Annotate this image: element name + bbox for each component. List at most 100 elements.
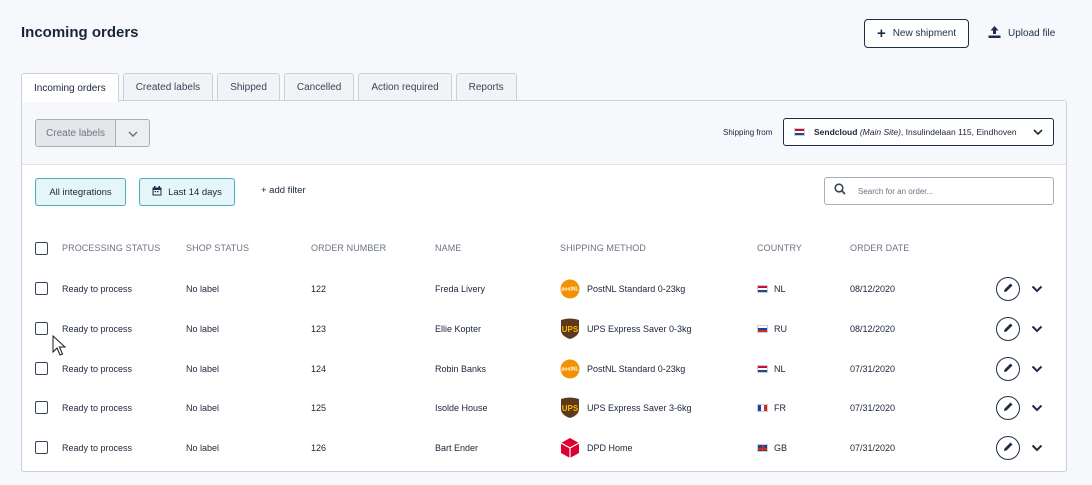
expand-row-button[interactable] xyxy=(1028,280,1046,298)
customer-name: Robin Banks xyxy=(435,364,487,374)
create-labels-dropdown[interactable] xyxy=(116,120,149,146)
country-code: NL xyxy=(774,364,786,374)
tab-shipped[interactable]: Shipped xyxy=(217,73,280,101)
select-all-checkbox[interactable] xyxy=(35,242,48,255)
date-range-label: Last 14 days xyxy=(168,186,222,198)
row-checkbox[interactable] xyxy=(35,401,48,414)
order-number: 122 xyxy=(311,284,327,294)
shop-status: No label xyxy=(186,284,220,294)
pencil-icon xyxy=(1003,399,1014,417)
edit-order-button[interactable] xyxy=(996,396,1020,420)
orders-toolbar: Create labels Shipping from Sendcloud (M… xyxy=(22,101,1066,165)
processing-status: Ready to process xyxy=(62,403,133,413)
shipping-method-label: UPS Express Saver 0-3kg xyxy=(587,324,692,334)
plus-icon: + xyxy=(876,25,886,42)
all-integrations-filter[interactable]: All integrations xyxy=(35,178,126,206)
order-date: 07/31/2020 xyxy=(850,364,896,374)
search-input[interactable] xyxy=(858,186,1028,196)
shipping-method-label: DPD Home xyxy=(587,443,633,453)
customer-name: Bart Ender xyxy=(435,443,479,453)
ups-logo-icon: UPS xyxy=(560,397,580,418)
edit-order-button[interactable] xyxy=(996,277,1020,301)
order-date: 08/12/2020 xyxy=(850,324,896,334)
upload-file-button[interactable]: Upload file xyxy=(988,19,1055,48)
order-date: 07/31/2020 xyxy=(850,443,896,453)
row-checkbox[interactable] xyxy=(35,441,48,454)
country-code: GB xyxy=(774,443,788,453)
create-labels-button[interactable]: Create labels xyxy=(36,120,116,146)
column-header-shipping-method: SHIPPING METHOD xyxy=(560,243,647,253)
date-range-filter[interactable]: Last 14 days xyxy=(139,178,235,206)
shop-status: No label xyxy=(186,403,220,413)
flag-fr-icon xyxy=(757,404,768,412)
shipping-method: postNL PostNL Standard 0-23kg xyxy=(560,349,685,389)
flag-nl-icon xyxy=(757,285,768,293)
svg-text:postNL: postNL xyxy=(561,367,578,373)
pencil-icon xyxy=(1003,280,1014,298)
customer-name: Ellie Kopter xyxy=(435,324,482,334)
order-date: 07/31/2020 xyxy=(850,403,896,413)
processing-status: Ready to process xyxy=(62,324,133,334)
shipping-method-label: PostNL Standard 0-23kg xyxy=(587,364,686,374)
row-checkbox[interactable] xyxy=(35,362,48,375)
country: RU xyxy=(757,309,787,349)
order-number: 126 xyxy=(311,443,327,453)
table-row[interactable]: Ready to process No label 124 Robin Bank… xyxy=(22,349,1066,389)
country: NL xyxy=(757,349,786,389)
shipping-method: postNL PostNL Standard 0-23kg xyxy=(560,269,685,309)
order-number: 125 xyxy=(311,403,327,413)
chevron-down-icon xyxy=(1033,127,1043,137)
chevron-down-icon xyxy=(127,124,138,142)
processing-status: Ready to process xyxy=(62,364,133,374)
tab-incoming-orders[interactable]: Incoming orders xyxy=(21,73,119,102)
new-shipment-label: New shipment xyxy=(892,28,957,39)
search-icon xyxy=(834,182,846,200)
order-number: 124 xyxy=(311,364,327,374)
shipping-from-select[interactable]: Sendcloud (Main Site), Insulindelaan 115… xyxy=(783,118,1054,146)
expand-row-button[interactable] xyxy=(1028,320,1046,338)
upload-file-label: Upload file xyxy=(1008,28,1056,39)
shop-status: No label xyxy=(186,443,220,453)
table-row[interactable]: Ready to process No label 125 Isolde Hou… xyxy=(22,388,1066,428)
table-row[interactable]: Ready to process No label 126 Bart Ender… xyxy=(22,428,1066,468)
country: GB xyxy=(757,428,787,468)
chevron-down-icon xyxy=(1031,360,1043,378)
row-checkbox[interactable] xyxy=(35,282,48,295)
customer-name: Freda Livery xyxy=(435,284,486,294)
table-row[interactable]: Ready to process No label 123 Ellie Kopt… xyxy=(22,309,1066,349)
expand-row-button[interactable] xyxy=(1028,360,1046,378)
tab-cancelled[interactable]: Cancelled xyxy=(283,73,355,101)
processing-status: Ready to process xyxy=(62,284,133,294)
chevron-down-icon xyxy=(1031,399,1043,417)
postnl-logo-icon: postNL xyxy=(560,359,580,379)
column-header-country: COUNTRY xyxy=(757,243,803,253)
country-code: RU xyxy=(774,324,787,334)
svg-text:UPS: UPS xyxy=(562,325,579,334)
chevron-down-icon xyxy=(1031,320,1043,338)
order-number: 123 xyxy=(311,324,327,334)
edit-order-button[interactable] xyxy=(996,317,1020,341)
column-header-order-date: ORDER DATE xyxy=(850,243,910,253)
tab-action-required[interactable]: Action required xyxy=(358,73,452,101)
tab-bar: Incoming orders Created labels Shipped C… xyxy=(21,73,517,102)
orders-panel: Create labels Shipping from Sendcloud (M… xyxy=(21,100,1067,472)
customer-name: Isolde House xyxy=(435,403,488,413)
shipping-method-label: UPS Express Saver 3-6kg xyxy=(587,403,692,413)
new-shipment-button[interactable]: + New shipment xyxy=(864,19,969,48)
expand-row-button[interactable] xyxy=(1028,399,1046,417)
table-row[interactable]: Ready to process No label 122 Freda Live… xyxy=(22,269,1066,309)
row-checkbox[interactable] xyxy=(35,322,48,335)
upload-icon xyxy=(988,26,1001,41)
add-filter-link[interactable]: + add filter xyxy=(261,185,306,196)
edit-order-button[interactable] xyxy=(996,357,1020,381)
tab-reports[interactable]: Reports xyxy=(455,73,517,101)
pencil-icon xyxy=(1003,360,1014,378)
order-date: 08/12/2020 xyxy=(850,284,896,294)
pencil-icon xyxy=(1003,439,1014,457)
tab-created-labels[interactable]: Created labels xyxy=(122,73,214,101)
edit-order-button[interactable] xyxy=(996,436,1020,460)
column-header-order-number: ORDER NUMBER xyxy=(311,243,387,253)
shipping-method-label: PostNL Standard 0-23kg xyxy=(587,284,686,294)
dpd-logo-icon xyxy=(560,438,580,458)
expand-row-button[interactable] xyxy=(1028,439,1046,457)
